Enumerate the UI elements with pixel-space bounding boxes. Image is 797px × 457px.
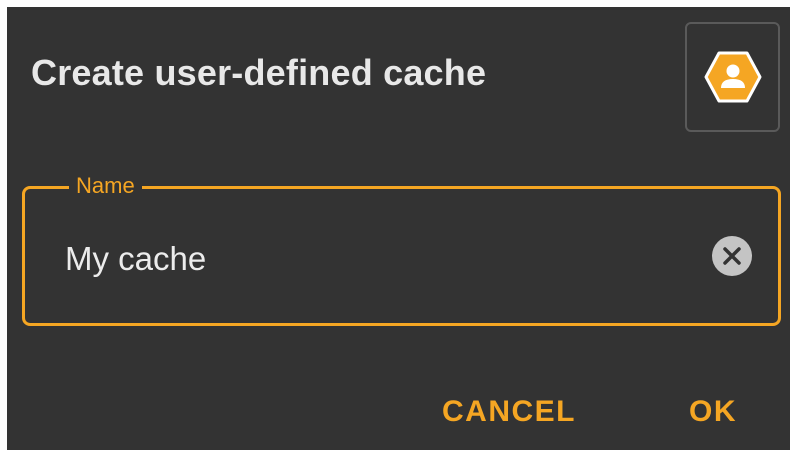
clear-text-icon[interactable] <box>711 235 753 277</box>
create-cache-dialog: Create user-defined cache Name My cache … <box>7 7 790 450</box>
name-field[interactable]: Name My cache <box>22 172 781 326</box>
name-input[interactable]: My cache <box>65 240 206 278</box>
user-cache-hexagon-icon <box>704 51 762 103</box>
name-field-label: Name <box>69 172 142 200</box>
ok-button[interactable]: OK <box>689 395 737 429</box>
cancel-button[interactable]: CANCEL <box>442 395 576 429</box>
dialog-title: Create user-defined cache <box>31 52 487 93</box>
cache-type-button[interactable] <box>685 22 780 132</box>
